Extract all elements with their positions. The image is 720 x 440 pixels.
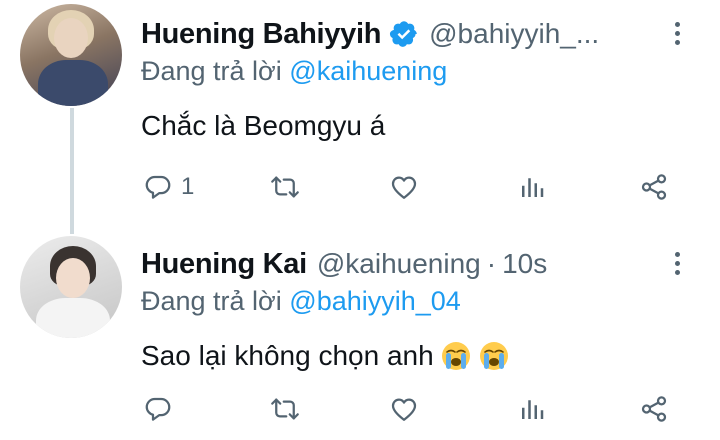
display-name[interactable]: Huening Kai	[141, 248, 307, 281]
more-options-icon[interactable]	[672, 252, 682, 282]
replying-to-link[interactable]: @bahiyyih_04	[289, 286, 461, 316]
views-icon	[522, 400, 544, 419]
like-button[interactable]	[389, 394, 419, 424]
like-button[interactable]	[389, 172, 419, 202]
tweet-header: Huening Bahiyyih @bahiyyih_...	[141, 16, 599, 52]
share-icon	[641, 174, 667, 200]
separator-dot: ·	[486, 248, 497, 279]
avatar[interactable]	[20, 236, 122, 338]
retweet-icon	[271, 176, 299, 198]
retweet-button[interactable]	[270, 394, 300, 424]
action-bar: 1	[0, 172, 720, 208]
replying-to: Đang trả lời @bahiyyih_04	[141, 286, 461, 317]
retweet-button[interactable]	[270, 172, 300, 202]
replying-to: Đang trả lời @kaihuening	[141, 56, 447, 87]
like-icon	[391, 398, 417, 421]
timestamp[interactable]: 10s	[502, 248, 547, 280]
reply-icon	[145, 397, 171, 421]
reply-count: 1	[181, 173, 195, 200]
reply-button[interactable]: 1	[143, 172, 194, 202]
handle[interactable]: @kaihuening	[317, 248, 481, 280]
tweet-text: Sao lại không chọn anh	[141, 340, 510, 372]
share-icon	[641, 396, 667, 422]
loudly-crying-face-icon	[479, 342, 508, 370]
tweet-header: Huening Kai @kaihuening · 10s	[141, 246, 547, 282]
views-button[interactable]	[517, 394, 547, 424]
retweet-icon	[271, 398, 299, 420]
replying-prefix: Đang trả lời	[141, 286, 282, 316]
views-icon	[522, 178, 544, 197]
tweet-bahiyyih[interactable]: Huening Bahiyyih @bahiyyih_... Đang trả …	[0, 0, 720, 234]
share-button[interactable]	[639, 172, 669, 202]
more-options-icon[interactable]	[672, 22, 682, 52]
verified-badge-icon	[390, 21, 417, 47]
replying-to-link[interactable]: @kaihuening	[289, 56, 447, 86]
display-name[interactable]: Huening Bahiyyih	[141, 18, 381, 51]
like-icon	[391, 176, 417, 199]
share-button[interactable]	[639, 394, 669, 424]
action-bar	[0, 394, 720, 430]
loudly-crying-face-icon	[441, 342, 470, 370]
replying-prefix: Đang trả lời	[141, 56, 282, 86]
tweet-text-content: Sao lại không chọn anh	[141, 340, 434, 371]
avatar[interactable]	[20, 4, 122, 106]
handle[interactable]: @bahiyyih_...	[429, 18, 599, 50]
tweet-text: Chắc là Beomgyu á	[141, 110, 386, 141]
reply-icon	[145, 175, 171, 199]
tweet-kai[interactable]: Huening Kai @kaihuening · 10s Đang trả l…	[0, 230, 720, 440]
reply-button[interactable]	[143, 394, 173, 424]
views-button[interactable]	[517, 172, 547, 202]
thread-line	[70, 108, 74, 234]
